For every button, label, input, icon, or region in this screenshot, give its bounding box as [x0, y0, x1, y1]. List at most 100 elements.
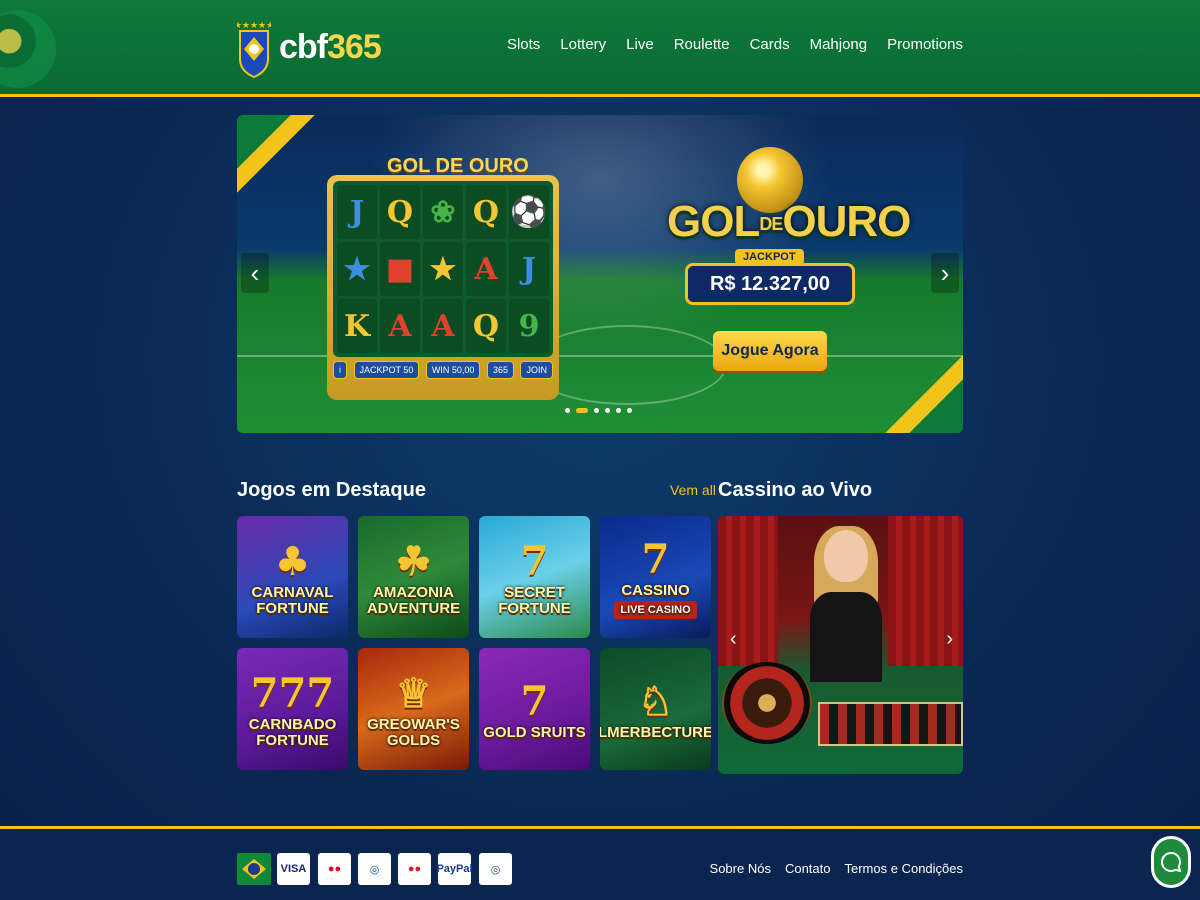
slot-symbol: K [337, 299, 377, 353]
jackpot-amount: R$ 12.327,00 [685, 263, 855, 305]
payment-method-icon: PayPal [436, 853, 473, 885]
logo-text: cbf365 [279, 27, 382, 66]
live-casino-card[interactable]: ‹ › [718, 516, 963, 774]
live-casino-title: Cassino ao Vivo [718, 479, 873, 501]
payment-method-icon: ◎ [479, 853, 512, 885]
game-emblem-icon: 777 [250, 669, 335, 717]
logo[interactable]: ★★★★★ cbf365 [234, 12, 382, 82]
carousel-dot[interactable] [627, 408, 632, 413]
nav-item-promotions[interactable]: Promotions [887, 36, 963, 53]
carousel-dot[interactable] [594, 408, 599, 413]
game-title: GOLD SRUITS [483, 723, 586, 741]
footer-link[interactable]: Sobre Nós [710, 861, 771, 876]
hero-banner[interactable]: GOL DE OURO J Q ❀ Q ⚽ ★ ■ ★ A J K A A Q 9 i JACKPOT 50… [237, 115, 963, 433]
carousel-dot[interactable] [616, 408, 621, 413]
carousel-dot[interactable] [565, 408, 570, 413]
nav-item-mahjong[interactable]: Mahjong [810, 36, 868, 53]
slot-symbol: J [337, 185, 377, 239]
play-now-button[interactable]: Jogue Agora [713, 331, 827, 371]
roulette-table [818, 702, 963, 746]
game-card[interactable]: ♣ CARNAVAL FORTUNE [237, 516, 348, 638]
live-prev-arrow-icon[interactable]: ‹ [730, 628, 737, 651]
dealer-body [810, 592, 882, 682]
slot-bet: 365 [486, 361, 514, 379]
slot-symbol: Q [466, 185, 506, 239]
game-title: AMAZONIA ADVENTURE [366, 583, 461, 617]
slot-symbol: J [509, 242, 549, 296]
slot-jackpot: JACKPOT 50 [353, 361, 420, 379]
game-card[interactable]: ☘ AMAZONIA ADVENTURE [358, 516, 469, 638]
slot-symbol: A [466, 242, 506, 296]
footer-links: Sobre Nós Contato Termos e Condições [710, 861, 963, 876]
game-card[interactable]: 7 GOLD SRUITS [479, 648, 590, 770]
hero-prev-arrow-icon[interactable]: ‹ [241, 253, 269, 293]
live-next-arrow-icon[interactable]: › [946, 628, 953, 651]
payment-method-icon: VISA [277, 853, 310, 885]
nav-item-roulette[interactable]: Roulette [674, 36, 730, 53]
curtain-left [718, 516, 778, 666]
game-title: CASSINO [621, 581, 690, 599]
nav-item-lottery[interactable]: Lottery [560, 36, 606, 53]
roulette-wheel [722, 662, 812, 744]
game-emblem-icon: 7 [641, 535, 670, 583]
nav-item-live[interactable]: Live [626, 36, 654, 53]
payment-method-icon: ◎ [358, 853, 391, 885]
slot-win: WIN 50,00 [425, 361, 481, 379]
game-card[interactable]: 777 CARNBADO FORTUNE [237, 648, 348, 770]
game-card[interactable]: 7 SECRET FORTUNE [479, 516, 590, 638]
game-title: SECRET FORTUNE [498, 583, 571, 617]
slot-symbol: A [423, 299, 463, 353]
soccer-ball-decoration [0, 10, 56, 88]
game-title: GREOWAR'S GOLDS [367, 715, 460, 749]
game-card[interactable]: ♘ LMERBECTURE [600, 648, 711, 770]
header: ★★★★★ cbf365 Slots Lottery Live Roulette Car… [0, 0, 1200, 97]
hero-next-arrow-icon[interactable]: › [931, 253, 959, 293]
svg-text:★★★★★: ★★★★★ [237, 20, 271, 30]
game-emblem-icon: ☘ [395, 537, 432, 585]
slot-symbol: ■ [380, 242, 420, 296]
game-title: CARNBADO FORTUNE [248, 715, 337, 749]
footer-link[interactable]: Termos e Condições [845, 861, 964, 876]
carousel-dots [565, 408, 632, 413]
game-card[interactable]: 7 CASSINO LIVE CASINO [600, 516, 711, 638]
carousel-dot[interactable] [576, 408, 588, 413]
footer-link[interactable]: Contato [785, 861, 831, 876]
game-card[interactable]: ♕ GREOWAR'S GOLDS [358, 648, 469, 770]
game-title: CARNAVAL FORTUNE [251, 583, 334, 617]
shield-crest-icon: ★★★★★ [234, 19, 274, 79]
main-nav: Slots Lottery Live Roulette Cards Mahjong Prom… [507, 36, 963, 53]
game-subtitle: LIVE CASINO [614, 600, 697, 619]
see-all-link[interactable]: Vem all [670, 482, 716, 498]
slot-symbol: Q [466, 299, 506, 353]
footer [0, 829, 1200, 900]
game-emblem-icon: ♕ [395, 669, 432, 717]
slot-info-button: i [333, 361, 347, 379]
featured-title: Jogos em Destaque [237, 479, 426, 501]
featured-games-grid: ♣ CARNAVAL FORTUNE ☘ AMAZONIA ADVENTURE 7 SEC… [237, 516, 711, 774]
slot-symbol: ⚽ [509, 185, 549, 239]
carousel-dot[interactable] [605, 408, 610, 413]
slot-controls: i JACKPOT 50 WIN 50,00 365 JOIN [333, 361, 553, 379]
dealer-avatar [824, 530, 868, 582]
slot-symbol: 9 [509, 299, 549, 353]
nav-item-slots[interactable]: Slots [507, 36, 540, 53]
slot-symbol: ★ [423, 242, 463, 296]
game-title: LMERBECTURE [600, 723, 711, 741]
brazil-flag-icon[interactable] [237, 853, 271, 885]
slot-symbol: ★ [337, 242, 377, 296]
game-emblem-icon: ♣ [274, 537, 311, 585]
jackpot-title: GOLDEOURO [667, 197, 911, 246]
game-emblem-icon: 7 [520, 537, 549, 585]
slot-symbol: ❀ [423, 185, 463, 239]
slot-reels: J Q ❀ Q ⚽ ★ ■ ★ A J K A A Q 9 [333, 181, 553, 357]
slot-machine-preview: J Q ❀ Q ⚽ ★ ■ ★ A J K A A Q 9 i JACKPOT 50 WIN 50,00 3… [327, 175, 559, 400]
chat-support-icon[interactable] [1151, 836, 1191, 888]
payment-method-icon: ●● [398, 853, 431, 885]
slot-symbol: Q [380, 185, 420, 239]
payment-method-icon: ●● [318, 853, 351, 885]
game-emblem-icon: 7 [520, 677, 549, 725]
slot-spin: JOIN [520, 361, 553, 379]
game-emblem-icon: ♘ [637, 677, 674, 725]
nav-item-cards[interactable]: Cards [750, 36, 790, 53]
slot-symbol: A [380, 299, 420, 353]
